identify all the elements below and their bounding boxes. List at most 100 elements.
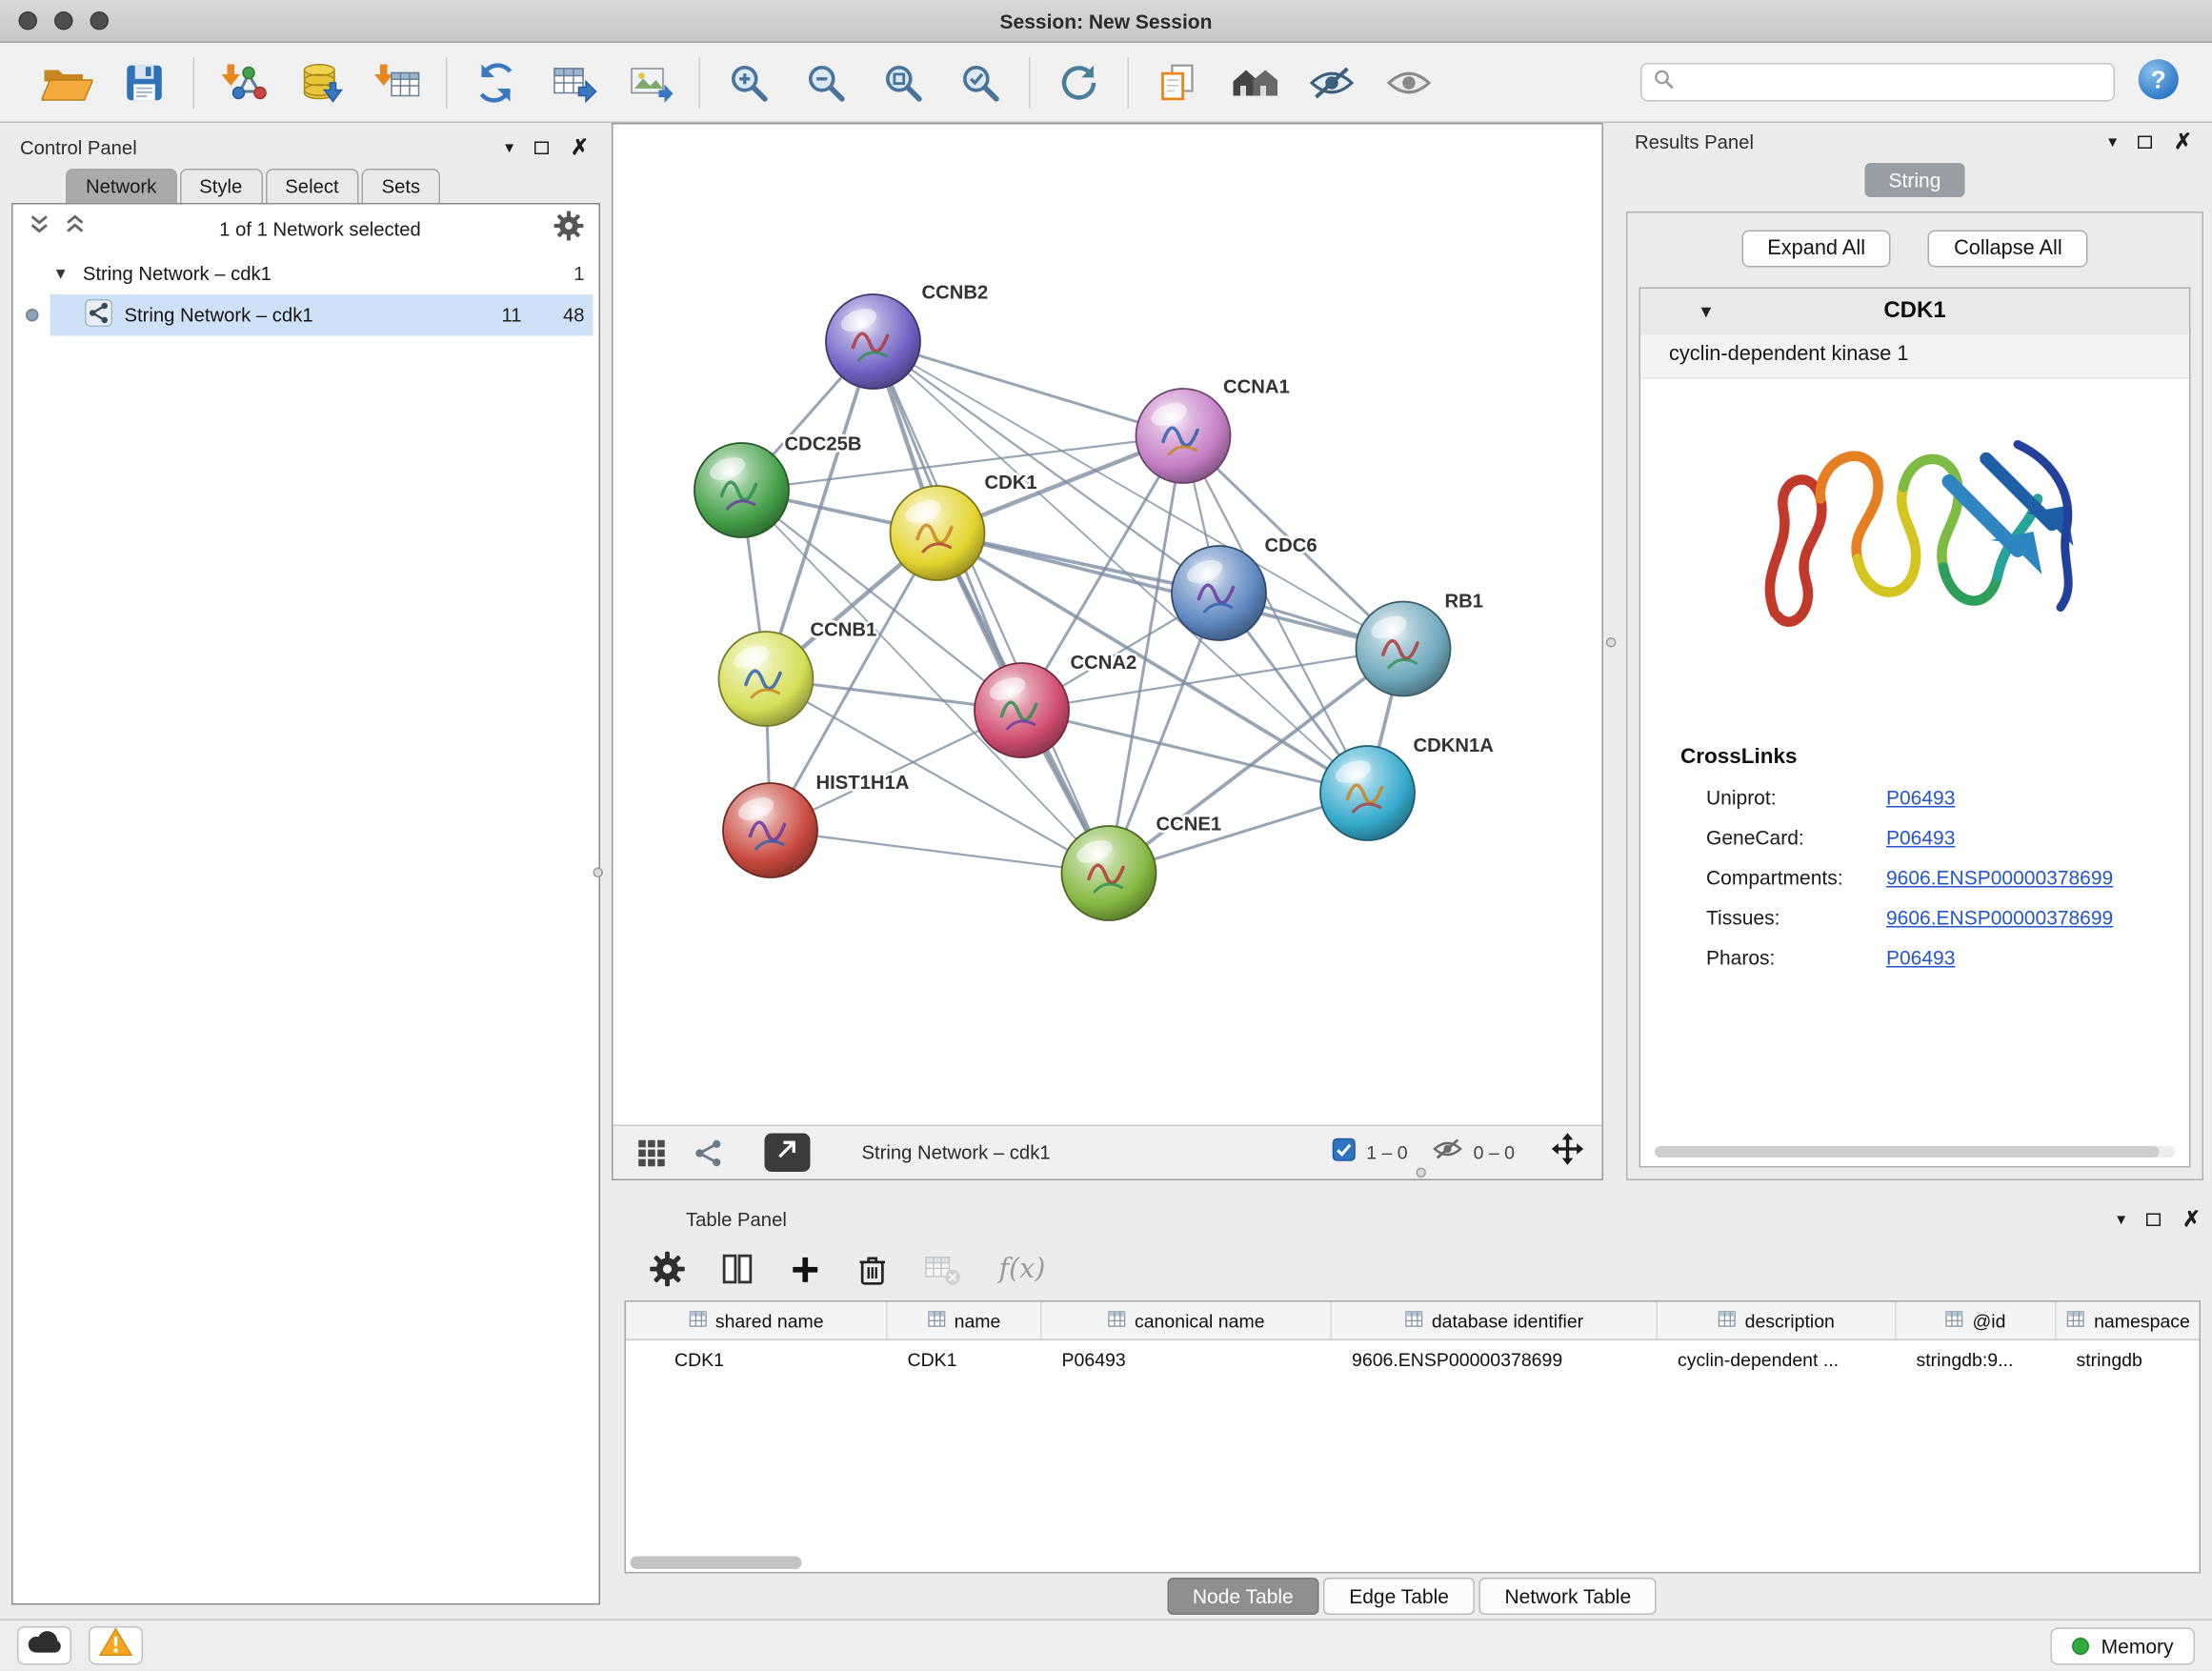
- collapse-panel-icon[interactable]: ▾: [505, 139, 513, 156]
- network-node-CCNB1[interactable]: [719, 632, 814, 726]
- string-protein-query-button[interactable]: [1217, 50, 1294, 115]
- import-table-from-file-button[interactable]: [359, 50, 436, 115]
- network-row-selected[interactable]: String Network – cdk1 11 48: [13, 294, 599, 336]
- tab-edge-table[interactable]: Edge Table: [1323, 1579, 1475, 1616]
- show-columns-button[interactable]: [720, 1252, 754, 1286]
- close-panel-icon[interactable]: ✗: [2182, 1208, 2201, 1230]
- network-edge[interactable]: [937, 534, 1403, 650]
- tab-node-table[interactable]: Node Table: [1167, 1579, 1319, 1616]
- network-node-CDKN1A[interactable]: [1320, 746, 1415, 840]
- network-node-CCNA2[interactable]: [975, 663, 1069, 757]
- crosslink-value-link[interactable]: 9606.ENSP00000378699: [1886, 906, 2113, 929]
- warnings-button[interactable]: [89, 1627, 143, 1666]
- network-node-HIST1H1A[interactable]: [723, 783, 817, 877]
- network-node-CDC25B[interactable]: [694, 443, 789, 537]
- collapse-all-networks-icon[interactable]: [28, 213, 52, 245]
- zoom-window-button[interactable]: [90, 11, 110, 30]
- network-overview-icon[interactable]: [688, 1137, 731, 1168]
- collapse-panel-icon[interactable]: ▾: [2117, 1211, 2125, 1228]
- search-field[interactable]: [1640, 63, 2115, 102]
- zoom-out-button[interactable]: [788, 50, 865, 115]
- hide-selected-button[interactable]: [1294, 50, 1371, 115]
- tab-network[interactable]: Network: [66, 169, 176, 203]
- detach-view-button[interactable]: [765, 1134, 811, 1173]
- table-cell: stringdb:9...: [1897, 1349, 2057, 1371]
- tab-string[interactable]: String: [1864, 163, 1965, 197]
- network-node-CDC6[interactable]: [1172, 546, 1266, 640]
- collapse-all-button[interactable]: Collapse All: [1928, 231, 2088, 268]
- crosslink-value-link[interactable]: P06493: [1886, 786, 1955, 809]
- network-node-CCNA1[interactable]: [1136, 389, 1231, 483]
- column-header-canonical-name[interactable]: canonical name: [1042, 1302, 1333, 1339]
- crosslink-value-link[interactable]: 9606.ENSP00000378699: [1886, 866, 2113, 889]
- splitter-handle[interactable]: [1417, 1168, 1427, 1178]
- zoom-selected-button[interactable]: [942, 50, 1019, 115]
- duplicate-document-button[interactable]: [1139, 50, 1217, 115]
- table-hscrollbar[interactable]: [626, 1553, 2200, 1573]
- close-panel-icon[interactable]: ✗: [571, 136, 589, 158]
- network-node-CCNE1[interactable]: [1062, 826, 1156, 920]
- minimize-window-button[interactable]: [54, 11, 73, 30]
- show-all-button[interactable]: [1371, 50, 1448, 115]
- network-edge[interactable]: [874, 342, 1184, 436]
- save-session-button[interactable]: [106, 50, 183, 115]
- network-canvas[interactable]: CCNB2CCNA1CDC25BCDK1CDC6RB1CCNB1CCNA2CDK…: [613, 125, 1602, 1125]
- protein-card-header[interactable]: ▼ CDK1: [1640, 289, 2189, 334]
- import-network-from-file-button[interactable]: [205, 50, 282, 115]
- tab-sets[interactable]: Sets: [362, 169, 441, 203]
- splitter-handle[interactable]: [593, 868, 604, 878]
- float-panel-icon[interactable]: [535, 138, 550, 157]
- gear-icon[interactable]: [553, 210, 585, 249]
- collapse-card-icon[interactable]: ▼: [1698, 302, 1715, 322]
- zoom-in-button[interactable]: [711, 50, 788, 115]
- float-panel-icon[interactable]: [2147, 1210, 2162, 1229]
- network-collection-row[interactable]: ▼ String Network – cdk1 1: [13, 253, 599, 295]
- search-input[interactable]: [1683, 71, 2102, 93]
- new-network-from-selection-button[interactable]: [457, 50, 534, 115]
- column-header-name[interactable]: name: [888, 1302, 1042, 1339]
- network-selection-status: 1 of 1 Network selected: [99, 218, 542, 240]
- crosslink-label: GeneCard:: [1706, 826, 1886, 849]
- pan-tool-icon[interactable]: [1551, 1132, 1585, 1174]
- memory-button[interactable]: Memory: [2051, 1627, 2195, 1664]
- column-header-description[interactable]: description: [1658, 1302, 1897, 1339]
- crosslink-value-link[interactable]: P06493: [1886, 946, 1955, 969]
- network-edge[interactable]: [771, 831, 1110, 874]
- close-window-button[interactable]: [19, 11, 38, 30]
- column-header-namespace[interactable]: namespace: [2057, 1302, 2202, 1339]
- help-button[interactable]: ?: [2126, 50, 2189, 115]
- update-network-button[interactable]: [1040, 50, 1117, 115]
- zoom-fit-content-button[interactable]: [865, 50, 942, 115]
- results-hscrollbar[interactable]: [1655, 1146, 2175, 1158]
- column-header-shared-name[interactable]: shared name: [626, 1302, 888, 1339]
- export-image-button[interactable]: [612, 50, 689, 115]
- column-header--id[interactable]: @id: [1897, 1302, 2057, 1339]
- tab-style[interactable]: Style: [179, 169, 262, 203]
- table-row[interactable]: CDK1CDK1P064939606.ENSP00000378699cyclin…: [626, 1340, 2200, 1379]
- protein-card: ▼ CDK1 cyclin-dependent kinase 1: [1639, 288, 2191, 1168]
- open-session-button[interactable]: [29, 50, 106, 115]
- hidden-eye-icon[interactable]: [1432, 1137, 1463, 1170]
- crosslink-value-link[interactable]: P06493: [1886, 826, 1955, 849]
- delete-column-button[interactable]: [856, 1251, 890, 1287]
- collapse-panel-icon[interactable]: ▾: [2108, 133, 2117, 151]
- network-node-RB1[interactable]: [1357, 602, 1451, 696]
- close-panel-icon[interactable]: ✗: [2174, 131, 2192, 152]
- selected-checkbox-icon[interactable]: [1332, 1137, 1357, 1168]
- cloud-button[interactable]: [17, 1627, 71, 1666]
- birdseye-grid-icon[interactable]: [631, 1137, 674, 1168]
- tab-network-table[interactable]: Network Table: [1478, 1579, 1657, 1616]
- tab-select[interactable]: Select: [265, 169, 358, 203]
- expand-all-networks-icon[interactable]: [63, 213, 88, 245]
- tree-expand-icon[interactable]: ▼: [53, 265, 69, 282]
- new-table-button[interactable]: [534, 50, 612, 115]
- network-node-CDK1[interactable]: [891, 486, 985, 580]
- import-network-from-database-button[interactable]: [282, 50, 359, 115]
- splitter-handle[interactable]: [1606, 637, 1617, 648]
- add-column-button[interactable]: [789, 1253, 822, 1286]
- float-panel-icon[interactable]: [2139, 132, 2153, 151]
- table-settings-button[interactable]: [649, 1251, 686, 1288]
- expand-all-button[interactable]: Expand All: [1741, 231, 1891, 268]
- column-header-database-identifier[interactable]: database identifier: [1332, 1302, 1658, 1339]
- network-node-CCNB2[interactable]: [826, 294, 920, 389]
